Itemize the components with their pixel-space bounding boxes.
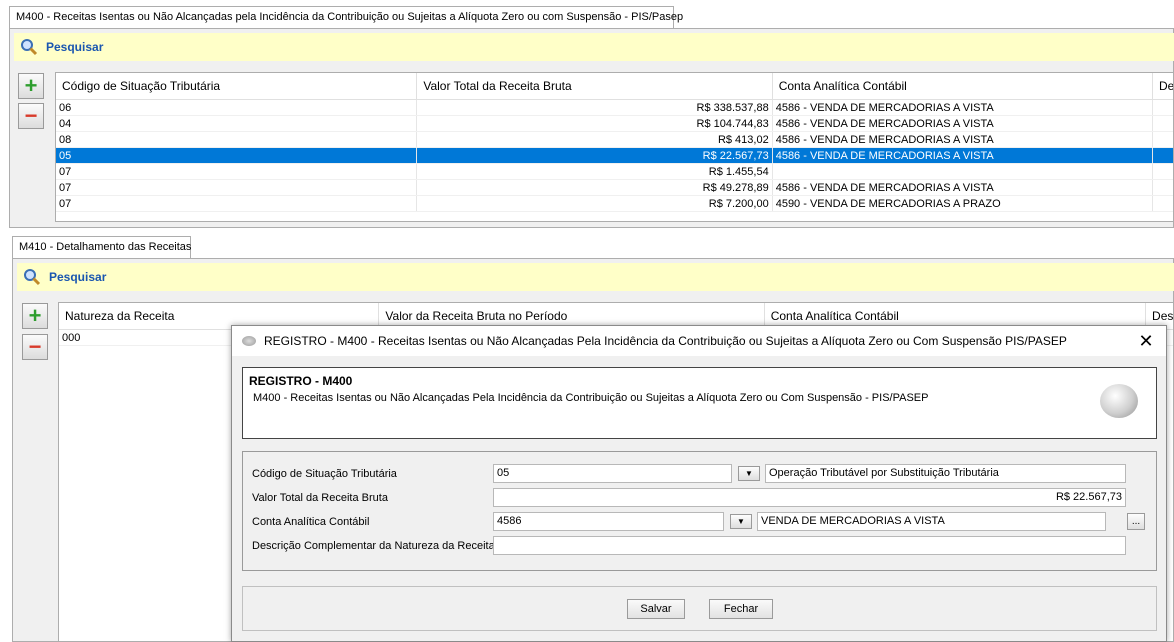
minus-icon: − bbox=[24, 103, 38, 128]
cst-cell: 07 bbox=[56, 164, 418, 179]
extra-cell bbox=[1153, 116, 1173, 131]
cst-description-field: Operação Tributável por Substituição Tri… bbox=[765, 464, 1126, 483]
cst-dropdown-button[interactable]: ▼ bbox=[738, 466, 760, 481]
table-row[interactable]: 05 R$ 22.567,73 4586 - VENDA DE MERCADORIA… bbox=[56, 148, 1173, 164]
conta-cell: 4586 - VENDA DE MERCADORIAS A VISTA bbox=[773, 180, 1154, 195]
valor-cell: R$ 1.455,54 bbox=[417, 164, 773, 179]
conta-cell: 4586 - VENDA DE MERCADORIAS A VISTA bbox=[773, 132, 1154, 147]
column-header[interactable]: Código de Situação Tributária bbox=[56, 73, 418, 99]
cst-cell: 08 bbox=[56, 132, 418, 147]
column-header[interactable]: De bbox=[1153, 73, 1173, 99]
m400-add-button[interactable]: + bbox=[18, 73, 44, 99]
m400-search-label: Pesquisar bbox=[46, 40, 104, 54]
m400-grid[interactable]: Código de Situação Tributária Valor Tota… bbox=[55, 72, 1174, 222]
extra-cell bbox=[1153, 180, 1173, 195]
extra-cell bbox=[1153, 148, 1173, 163]
chevron-down-icon: ▼ bbox=[745, 469, 753, 478]
extra-cell bbox=[1153, 100, 1173, 115]
valor-cell: R$ 413,02 bbox=[417, 132, 773, 147]
m400-search-bar[interactable]: Pesquisar bbox=[14, 33, 1174, 61]
conta-cell bbox=[773, 164, 1154, 179]
dialog-header-box: REGISTRO - M400 M400 - Receitas Isentas … bbox=[242, 367, 1157, 439]
plus-icon: + bbox=[24, 73, 38, 98]
table-row[interactable]: 06 R$ 338.537,88 4586 - VENDA DE MERCADORI… bbox=[56, 100, 1173, 116]
cst-cell: 06 bbox=[56, 100, 418, 115]
conta-cell: 4586 - VENDA DE MERCADORIAS A VISTA bbox=[773, 116, 1154, 131]
chevron-down-icon: ▼ bbox=[737, 517, 745, 526]
conta-input[interactable]: 4586 bbox=[493, 512, 724, 531]
app-icon bbox=[242, 336, 256, 346]
m400-remove-button[interactable]: − bbox=[18, 103, 44, 129]
dialog-button-bar: Salvar Fechar bbox=[242, 586, 1157, 631]
table-row[interactable]: 08 R$ 413,02 4586 - VENDA DE MERCADORIAS A… bbox=[56, 132, 1173, 148]
search-icon bbox=[23, 268, 41, 286]
cst-cell: 07 bbox=[56, 196, 418, 211]
cst-cell: 05 bbox=[56, 148, 418, 163]
plus-icon: + bbox=[28, 303, 42, 328]
m410-add-button[interactable]: + bbox=[22, 303, 48, 329]
tab-m400[interactable]: M400 - Receitas Isentas ou Não Alcançada… bbox=[9, 6, 683, 28]
valor-input[interactable]: R$ 22.567,73 bbox=[493, 488, 1126, 507]
dialog-title: REGISTRO - M400 - Receitas Isentas ou Nã… bbox=[264, 334, 1067, 348]
valor-label: Valor Total da Receita Bruta bbox=[252, 492, 388, 504]
table-row[interactable]: 04 R$ 104.744,83 4586 - VENDA DE MERCADORI… bbox=[56, 116, 1173, 132]
valor-cell: R$ 7.200,00 bbox=[417, 196, 773, 211]
valor-cell: R$ 49.278,89 bbox=[417, 180, 773, 195]
table-row[interactable]: 07 R$ 1.455,54 bbox=[56, 164, 1173, 180]
save-button[interactable]: Salvar bbox=[627, 599, 685, 619]
conta-lookup-button[interactable]: ... bbox=[1127, 513, 1145, 530]
tab-m400-label: M400 - Receitas Isentas ou Não Alcançada… bbox=[16, 11, 684, 23]
ellipsis-icon: ... bbox=[1131, 516, 1141, 527]
valor-cell: R$ 104.744,83 bbox=[417, 116, 773, 131]
m400-grid-body: 06 R$ 338.537,88 4586 - VENDA DE MERCADORI… bbox=[56, 100, 1173, 212]
registro-m400-dialog[interactable]: REGISTRO - M400 - Receitas Isentas ou Nã… bbox=[231, 325, 1167, 642]
close-icon[interactable]: ✕ bbox=[1126, 331, 1166, 352]
tab-m410[interactable]: M410 - Detalhamento das Receitas bbox=[12, 236, 191, 258]
table-row[interactable]: 07 R$ 7.200,00 4590 - VENDA DE MERCADORIAS… bbox=[56, 196, 1173, 212]
tab-m410-label: M410 - Detalhamento das Receitas bbox=[19, 241, 192, 253]
m400-grid-header: Código de Situação Tributária Valor Tota… bbox=[56, 73, 1173, 100]
conta-dropdown-button[interactable]: ▼ bbox=[730, 514, 752, 529]
extra-cell bbox=[1153, 164, 1173, 179]
conta-description-field: VENDA DE MERCADORIAS A VISTA bbox=[757, 512, 1106, 531]
conta-cell: 4586 - VENDA DE MERCADORIAS A VISTA bbox=[773, 148, 1154, 163]
cst-input[interactable]: 05 bbox=[493, 464, 732, 483]
cst-label: Código de Situação Tributária bbox=[252, 468, 397, 480]
valor-cell: R$ 338.537,88 bbox=[417, 100, 773, 115]
cst-cell: 07 bbox=[56, 180, 418, 195]
m410-search-bar[interactable]: Pesquisar bbox=[17, 263, 1174, 291]
valor-cell: R$ 22.567,73 bbox=[417, 148, 773, 163]
conta-label: Conta Analítica Contábil bbox=[252, 516, 370, 528]
descricao-input[interactable] bbox=[493, 536, 1126, 555]
column-header[interactable]: Conta Analítica Contábil bbox=[773, 73, 1154, 99]
extra-cell bbox=[1153, 196, 1173, 211]
dialog-titlebar[interactable]: REGISTRO - M400 - Receitas Isentas ou Nã… bbox=[232, 326, 1166, 356]
close-button[interactable]: Fechar bbox=[709, 599, 773, 619]
conta-cell: 4590 - VENDA DE MERCADORIAS A PRAZO bbox=[773, 196, 1154, 211]
m410-search-label: Pesquisar bbox=[49, 270, 107, 284]
header-subtitle: M400 - Receitas Isentas ou Não Alcançada… bbox=[253, 392, 929, 404]
m410-remove-button[interactable]: − bbox=[22, 334, 48, 360]
globe-icon bbox=[1100, 384, 1138, 418]
extra-cell bbox=[1153, 132, 1173, 147]
search-icon bbox=[20, 38, 38, 56]
cst-cell: 04 bbox=[56, 116, 418, 131]
table-row[interactable]: 07 R$ 49.278,89 4586 - VENDA DE MERCADORIA… bbox=[56, 180, 1173, 196]
header-title: REGISTRO - M400 bbox=[249, 374, 353, 388]
conta-cell: 4586 - VENDA DE MERCADORIAS A VISTA bbox=[773, 100, 1154, 115]
column-header[interactable]: Valor Total da Receita Bruta bbox=[417, 73, 773, 99]
minus-icon: − bbox=[28, 334, 42, 359]
dialog-form: Código de Situação Tributária 05 ▼ Opera… bbox=[242, 451, 1157, 571]
descricao-label: Descrição Complementar da Natureza da Re… bbox=[252, 540, 495, 552]
